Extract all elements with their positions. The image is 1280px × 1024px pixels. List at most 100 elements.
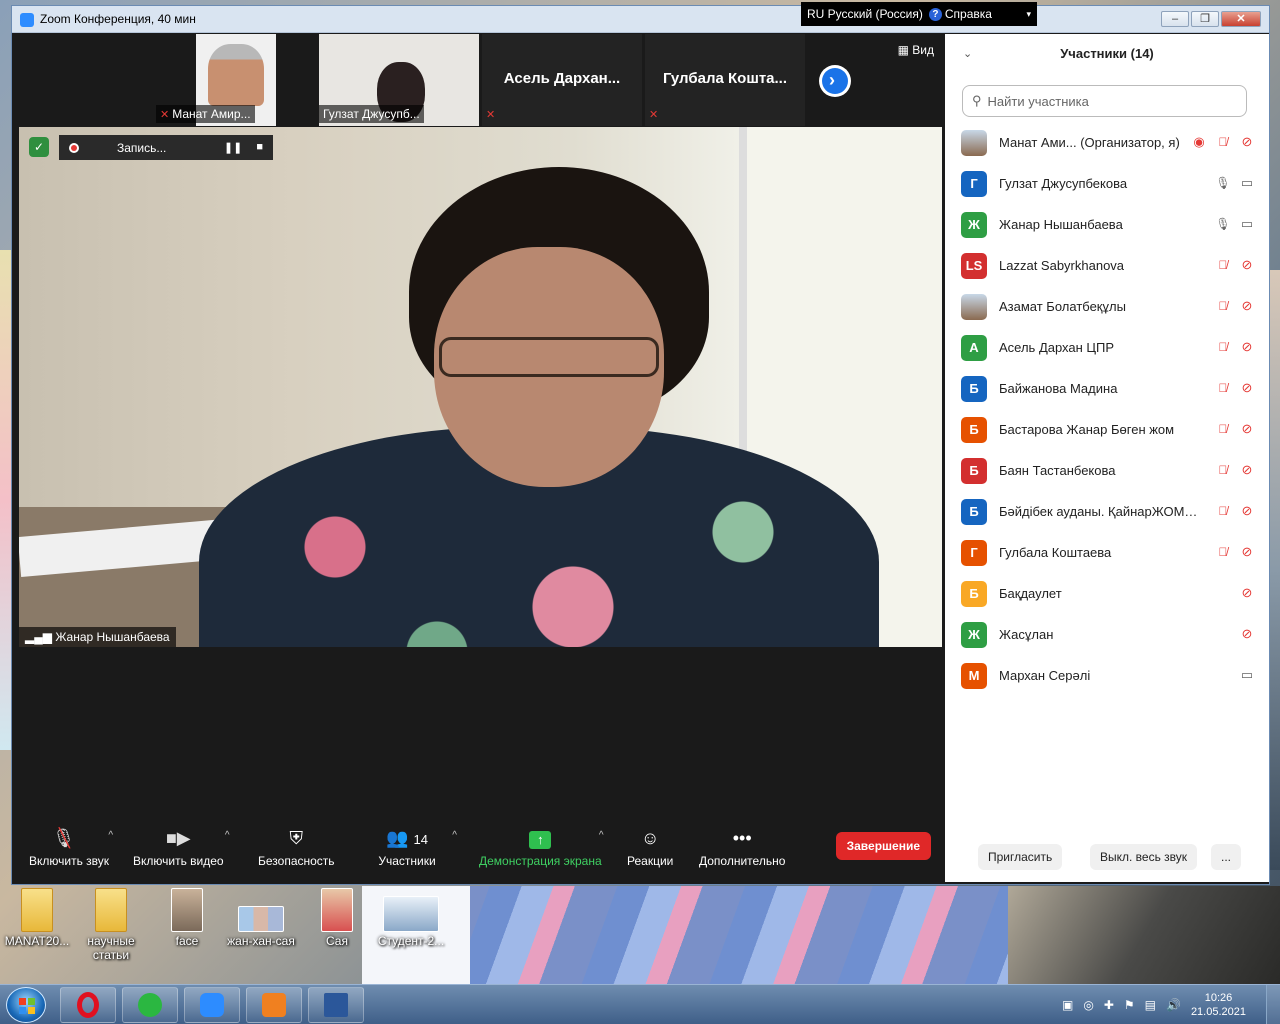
pause-recording-button[interactable]: ❚❚	[224, 141, 242, 154]
share-screen-button[interactable]: ↑ ^ Демонстрация экрана	[479, 828, 604, 868]
desktop-icon-face[interactable]: face	[152, 888, 222, 948]
stop-recording-button[interactable]: ■	[256, 141, 263, 154]
mute-all-button[interactable]: Выкл. весь звук	[1090, 844, 1198, 870]
desktop-icon-manat[interactable]: MANAT20...	[2, 888, 72, 948]
participant-row[interactable]: Ж Жасұлан ⊘	[945, 614, 1269, 655]
participant-name: Жасұлан	[999, 627, 1054, 642]
minimize-button[interactable]: –	[1161, 11, 1189, 27]
maximize-button[interactable]: ❐	[1191, 11, 1219, 27]
taskbar-whatsapp[interactable]	[122, 987, 178, 1023]
video-options-caret[interactable]: ^	[225, 830, 230, 841]
security-button[interactable]: ⛨ Безопасность	[258, 828, 335, 868]
participant-row[interactable]: Азамат Болатбеқұлы 🎙̸ ⊘	[945, 286, 1269, 327]
search-placeholder: Найти участника	[987, 93, 1089, 109]
participant-name: Манат Ами... (Организатор, я)	[999, 135, 1180, 150]
taskbar-word[interactable]	[308, 987, 364, 1023]
desktop-icon-student[interactable]: Студент-2...	[376, 888, 446, 948]
participant-status-icons: 🎙̸ ⊘	[1215, 462, 1255, 478]
avatar: А	[961, 334, 987, 361]
participant-row[interactable]: Б Бәйдібек ауданы. ҚайнарЖОМ. ... 🎙̸ ⊘	[945, 491, 1269, 532]
video-icon: ▭	[1240, 216, 1254, 231]
clock[interactable]: 10:26 21.05.2021	[1191, 991, 1246, 1019]
reactions-button[interactable]: ☺ Реакции	[627, 828, 673, 868]
taskbar-opera[interactable]	[60, 987, 116, 1023]
network-tray-icon[interactable]: ◎	[1083, 998, 1093, 1012]
desktop-icon-zhan-khan-saya[interactable]: жан-хан-сая	[226, 888, 296, 948]
participant-row[interactable]: Ж Жанар Нышанбаева 🎙 ▭	[945, 204, 1269, 245]
recording-controls: ❚❚ ■	[224, 141, 263, 154]
participant-row[interactable]: Манат Ами... (Организатор, я) ◉ 🎙̸ ⊘	[945, 122, 1269, 163]
unmute-button[interactable]: 🎙╲ ^ Включить звук	[29, 828, 113, 868]
avatar	[961, 293, 987, 320]
title-bar[interactable]: Zoom Конференция, 40 мин RU Русский (Рос…	[12, 2, 1269, 33]
photo-thumbnail-icon	[238, 906, 284, 932]
mic-muted-icon: ✕	[486, 109, 496, 121]
desktop-icon-label: жан-хан-сая	[227, 934, 295, 948]
security-tray-icon[interactable]: ✚	[1104, 998, 1114, 1012]
participant-row[interactable]: Г Гулбала Коштаева 🎙̸ ⊘	[945, 532, 1269, 573]
start-video-button[interactable]: ■▶ ^ Включить видео	[133, 828, 230, 868]
recording-icon: ◉	[1193, 134, 1205, 149]
view-button[interactable]: ▦ Вид	[898, 43, 934, 57]
share-options-caret[interactable]: ^	[599, 830, 604, 841]
flag-icon[interactable]: ⚑	[1124, 998, 1135, 1012]
encryption-shield-icon[interactable]: ✓	[29, 137, 49, 157]
participant-row[interactable]: Б Бақдаулет ⊘	[945, 573, 1269, 614]
end-meeting-button[interactable]: Завершение	[835, 832, 931, 860]
participant-row[interactable]: Б Байжанова Мадина 🎙̸ ⊘	[945, 368, 1269, 409]
zoom-tray-icon[interactable]: ▣	[1062, 998, 1073, 1012]
volume-icon[interactable]: 🔊	[1166, 998, 1181, 1012]
avatar: Б	[961, 375, 987, 402]
unmute-label: Включить звук	[29, 854, 110, 868]
video-off-icon: ⊘	[1241, 339, 1253, 354]
thumbnail-gulbala[interactable]: Гулбала Кошта... ✕	[645, 34, 805, 126]
taskbar-media-player[interactable]	[246, 987, 302, 1023]
langbar-options-icon[interactable]: ▾	[1026, 9, 1031, 20]
language-bar[interactable]: RU Русский (Россия) ? Справка ▾	[801, 2, 1037, 26]
participant-row[interactable]: LS Lazzat Sabyrkhanova 🎙̸ ⊘	[945, 245, 1269, 286]
participants-options-caret[interactable]: ^	[452, 830, 457, 841]
next-page-button[interactable]: ›	[819, 65, 851, 97]
collapse-chevron-icon[interactable]: ⌄	[963, 34, 972, 74]
participant-name: Бәйдібек ауданы. ҚайнарЖОМ. ...	[999, 504, 1199, 519]
more-button[interactable]: ••• Дополнительно	[699, 828, 785, 868]
share-screen-icon: ↑	[479, 828, 602, 854]
thumbnail-strip: ✕ Манат Амир... Гулзат Джусупб... Асель Д…	[19, 34, 942, 129]
participant-name: Бастарова Жанар Бөген жом	[999, 422, 1175, 437]
avatar: Ж	[961, 211, 987, 238]
participant-name: Гулзат Джусупбекова	[999, 176, 1128, 191]
shield-icon: ⛨	[289, 828, 304, 848]
mic-muted-icon: 🎙̸	[1218, 340, 1228, 354]
participants-icon: 👥 14	[386, 828, 428, 848]
wallpaper-dark-area	[1008, 886, 1280, 984]
language-indicator[interactable]: RU Русский (Россия)	[807, 7, 923, 21]
panel-more-button[interactable]: ...	[1211, 844, 1242, 870]
thumbnail-name: Гулзат Джусупб...	[319, 105, 424, 123]
invite-button[interactable]: Пригласить	[978, 844, 1063, 870]
participants-button[interactable]: 👥 14 ^ Участники	[377, 828, 457, 868]
taskbar-zoom[interactable]	[184, 987, 240, 1023]
close-button[interactable]: ✕	[1221, 11, 1261, 27]
display-tray-icon[interactable]: ▤	[1145, 998, 1156, 1012]
system-tray: ▣ ◎ ✚ ⚑ ▤ 🔊 10:26 21.05.2021	[1062, 985, 1280, 1024]
participant-row[interactable]: Г Гулзат Джусупбекова 🎙 ▭	[945, 163, 1269, 204]
desktop-icon-label: MANAT20...	[4, 934, 70, 948]
desktop-icon-scientific-articles[interactable]: научные статьи	[76, 888, 146, 962]
participant-row[interactable]: М Мархан Серәлі ▭	[945, 655, 1269, 696]
participant-row[interactable]: Б Бастарова Жанар Бөген жом 🎙̸ ⊘	[945, 409, 1269, 450]
participant-row[interactable]: Б Баян Тастанбекова 🎙̸ ⊘	[945, 450, 1269, 491]
participant-row[interactable]: А Асель Дархан ЦПР 🎙̸ ⊘	[945, 327, 1269, 368]
desktop-icon-saya[interactable]: Сая	[302, 888, 372, 948]
audio-options-caret[interactable]: ^	[108, 830, 113, 841]
mic-muted-icon: 🎙̸	[1218, 299, 1228, 313]
more-label: Дополнительно	[699, 854, 786, 868]
thumbnail-asel[interactable]: Асель Дархан... ✕	[482, 34, 642, 126]
participant-search-input[interactable]: ⚲ Найти участника	[962, 85, 1247, 117]
avatar: М	[961, 662, 987, 689]
thumbnail-gulzat[interactable]: Гулзат Джусупб...	[319, 34, 479, 126]
help-button[interactable]: ? Справка	[928, 7, 992, 21]
mic-muted-icon: ✕	[649, 109, 659, 121]
speaker-figure	[179, 157, 879, 647]
show-desktop-button[interactable]	[1266, 985, 1280, 1024]
start-button[interactable]	[6, 987, 46, 1023]
